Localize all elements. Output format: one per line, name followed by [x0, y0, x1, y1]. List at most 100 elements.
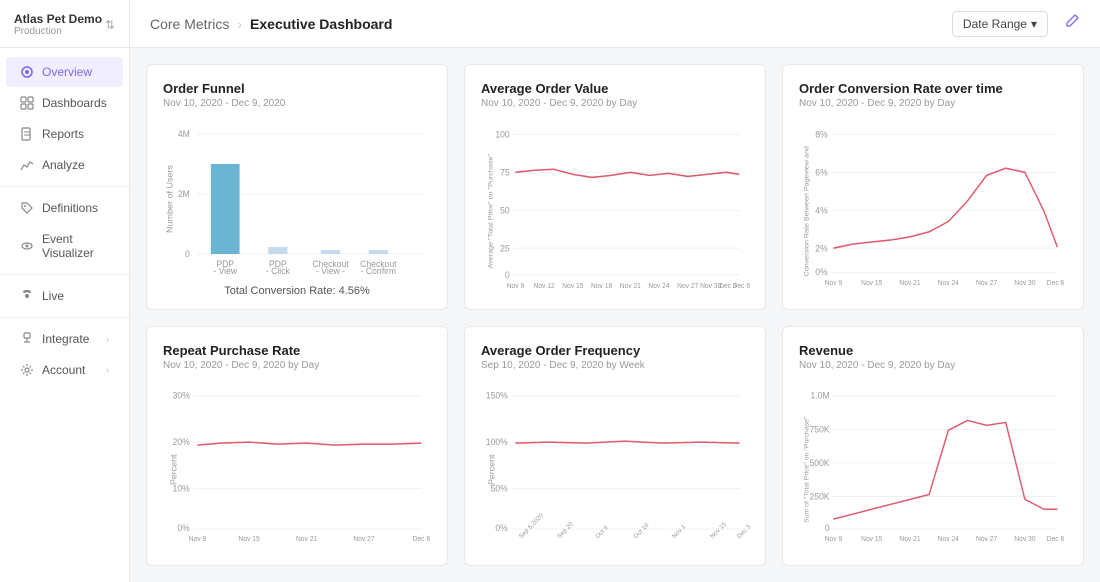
- sidebar-item-analyze[interactable]: Analyze: [6, 150, 123, 180]
- order-funnel-chart: 4M 2M 0 Number of Users: [163, 119, 431, 279]
- sidebar-item-dashboards[interactable]: Dashboards: [6, 88, 123, 118]
- sidebar-item-integrate[interactable]: Integrate ›: [6, 324, 123, 354]
- svg-text:Conversion Rate Between Pagevi: Conversion Rate Between Pageview and: [804, 146, 811, 277]
- avg-order-value-title: Average Order Value: [481, 81, 749, 96]
- svg-text:Nov 15: Nov 15: [861, 536, 882, 543]
- svg-text:Nov 21: Nov 21: [620, 283, 641, 290]
- integrate-arrow: ›: [106, 334, 109, 344]
- svg-text:2%: 2%: [815, 243, 828, 253]
- breadcrumb-item[interactable]: Core Metrics: [150, 16, 229, 32]
- svg-text:Nov 21: Nov 21: [899, 536, 920, 543]
- svg-text:30%: 30%: [173, 391, 190, 401]
- edit-button[interactable]: [1064, 13, 1080, 34]
- svg-text:25: 25: [500, 243, 510, 253]
- sidebar-item-overview[interactable]: Overview: [6, 57, 123, 87]
- svg-text:150%: 150%: [486, 391, 508, 401]
- svg-text:Nov 9: Nov 9: [825, 536, 843, 543]
- plug-icon: [20, 332, 34, 346]
- order-funnel-subtitle: Nov 10, 2020 - Dec 9, 2020: [163, 98, 431, 109]
- sidebar-label-dashboards: Dashboards: [42, 96, 107, 110]
- brand-env: Production: [14, 26, 102, 37]
- sidebar-item-live[interactable]: Live: [6, 281, 123, 311]
- svg-text:6%: 6%: [815, 167, 828, 177]
- order-conversion-subtitle: Nov 10, 2020 - Dec 9, 2020 by Day: [799, 98, 1067, 109]
- svg-text:Nov 9: Nov 9: [825, 280, 843, 287]
- sidebar-label-event-visualizer: Event Visualizer: [42, 232, 109, 260]
- svg-text:Nov 9: Nov 9: [189, 536, 207, 543]
- svg-text:Nov 27: Nov 27: [677, 283, 698, 290]
- svg-text:Nov 21: Nov 21: [296, 536, 317, 543]
- svg-text:Percent: Percent: [169, 454, 179, 485]
- repeat-purchase-chart: Percent 30% 20% 10% 0% Nov 9 Nov 15 Nov …: [163, 381, 431, 549]
- svg-text:20%: 20%: [173, 437, 190, 447]
- page-title: Executive Dashboard: [250, 16, 392, 32]
- svg-text:750K: 750K: [810, 424, 830, 434]
- svg-text:Nov 21: Nov 21: [899, 280, 920, 287]
- svg-text:Nov 27: Nov 27: [976, 280, 997, 287]
- sidebar-label-overview: Overview: [42, 65, 92, 79]
- svg-text:8%: 8%: [815, 129, 828, 139]
- sidebar-item-reports[interactable]: Reports: [6, 119, 123, 149]
- file-icon: [20, 127, 34, 141]
- svg-text:Dec 6: Dec 6: [1047, 280, 1065, 287]
- svg-text:50: 50: [500, 205, 510, 215]
- svg-text:Nov 24: Nov 24: [938, 280, 959, 287]
- circle-dot-icon: [20, 65, 34, 79]
- svg-text:0: 0: [505, 270, 510, 280]
- svg-text:Nov 1: Nov 1: [671, 523, 688, 540]
- chart-icon: [20, 158, 34, 172]
- divider-1: [0, 186, 129, 187]
- svg-text:4%: 4%: [815, 205, 828, 215]
- radio-icon: [20, 289, 34, 303]
- svg-text:0%: 0%: [177, 523, 190, 533]
- svg-text:0: 0: [185, 249, 190, 259]
- svg-text:Nov 30: Nov 30: [1014, 536, 1035, 543]
- svg-text:- View: - View: [213, 266, 237, 276]
- svg-text:Dec 6: Dec 6: [413, 536, 431, 543]
- svg-text:Sep 6,2020: Sep 6,2020: [518, 512, 546, 541]
- sidebar-label-reports: Reports: [42, 127, 84, 141]
- avg-order-value-chart: Average "Total Price" on "Purchase" 100 …: [481, 119, 749, 293]
- svg-text:Nov 27: Nov 27: [976, 536, 997, 543]
- svg-text:Average "Total Price" on "Purc: Average "Total Price" on "Purchase": [488, 153, 495, 268]
- date-range-button[interactable]: Date Range ▾: [952, 11, 1048, 37]
- order-conversion-title: Order Conversion Rate over time: [799, 81, 1067, 96]
- card-order-funnel: Order Funnel Nov 10, 2020 - Dec 9, 2020 …: [146, 64, 448, 310]
- sidebar-item-account[interactable]: Account ›: [6, 355, 123, 385]
- svg-text:75: 75: [500, 167, 510, 177]
- sidebar-label-analyze: Analyze: [42, 158, 85, 172]
- grid-icon: [20, 96, 34, 110]
- sidebar-nav: Overview Dashboards Reports Analyze: [0, 48, 129, 582]
- svg-text:50%: 50%: [491, 484, 508, 494]
- svg-text:0%: 0%: [495, 523, 508, 533]
- svg-text:100: 100: [495, 129, 509, 139]
- header: Core Metrics › Executive Dashboard Date …: [130, 0, 1100, 48]
- order-funnel-footer: Total Conversion Rate: 4.56%: [163, 285, 431, 297]
- svg-text:Nov 15: Nov 15: [562, 283, 583, 290]
- svg-text:0%: 0%: [815, 267, 828, 277]
- sidebar-label-definitions: Definitions: [42, 201, 98, 215]
- svg-text:Nov 15: Nov 15: [239, 536, 260, 543]
- tag-icon: [20, 201, 34, 215]
- brand-section[interactable]: Atlas Pet Demo Production ⇅: [0, 0, 129, 48]
- sidebar-label-account: Account: [42, 363, 85, 377]
- svg-text:Nov 9: Nov 9: [507, 283, 525, 290]
- svg-text:Oct 18: Oct 18: [633, 522, 651, 541]
- avg-order-freq-chart: Percent 150% 100% 50% 0% Sep 6,2020 Sep …: [481, 381, 749, 549]
- sidebar-label-integrate: Integrate: [42, 332, 89, 346]
- sidebar: Atlas Pet Demo Production ⇅ Overview Das…: [0, 0, 130, 582]
- svg-text:- Click: - Click: [266, 266, 290, 276]
- eye-icon: [20, 239, 34, 253]
- revenue-subtitle: Nov 10, 2020 - Dec 9, 2020 by Day: [799, 360, 1067, 371]
- sidebar-item-event-visualizer[interactable]: Event Visualizer: [6, 224, 123, 268]
- main-content: Core Metrics › Executive Dashboard Date …: [130, 0, 1100, 582]
- svg-text:- Confirm: - Confirm: [361, 266, 396, 276]
- svg-text:100%: 100%: [486, 437, 508, 447]
- svg-text:Sep 20: Sep 20: [556, 521, 575, 541]
- svg-text:Nov 24: Nov 24: [938, 536, 959, 543]
- sidebar-item-definitions[interactable]: Definitions: [6, 193, 123, 223]
- svg-text:Nov 27: Nov 27: [353, 536, 374, 543]
- svg-text:Dec 6: Dec 6: [733, 283, 751, 290]
- dashboard-grid: Order Funnel Nov 10, 2020 - Dec 9, 2020 …: [130, 48, 1100, 582]
- svg-text:Nov 24: Nov 24: [648, 283, 669, 290]
